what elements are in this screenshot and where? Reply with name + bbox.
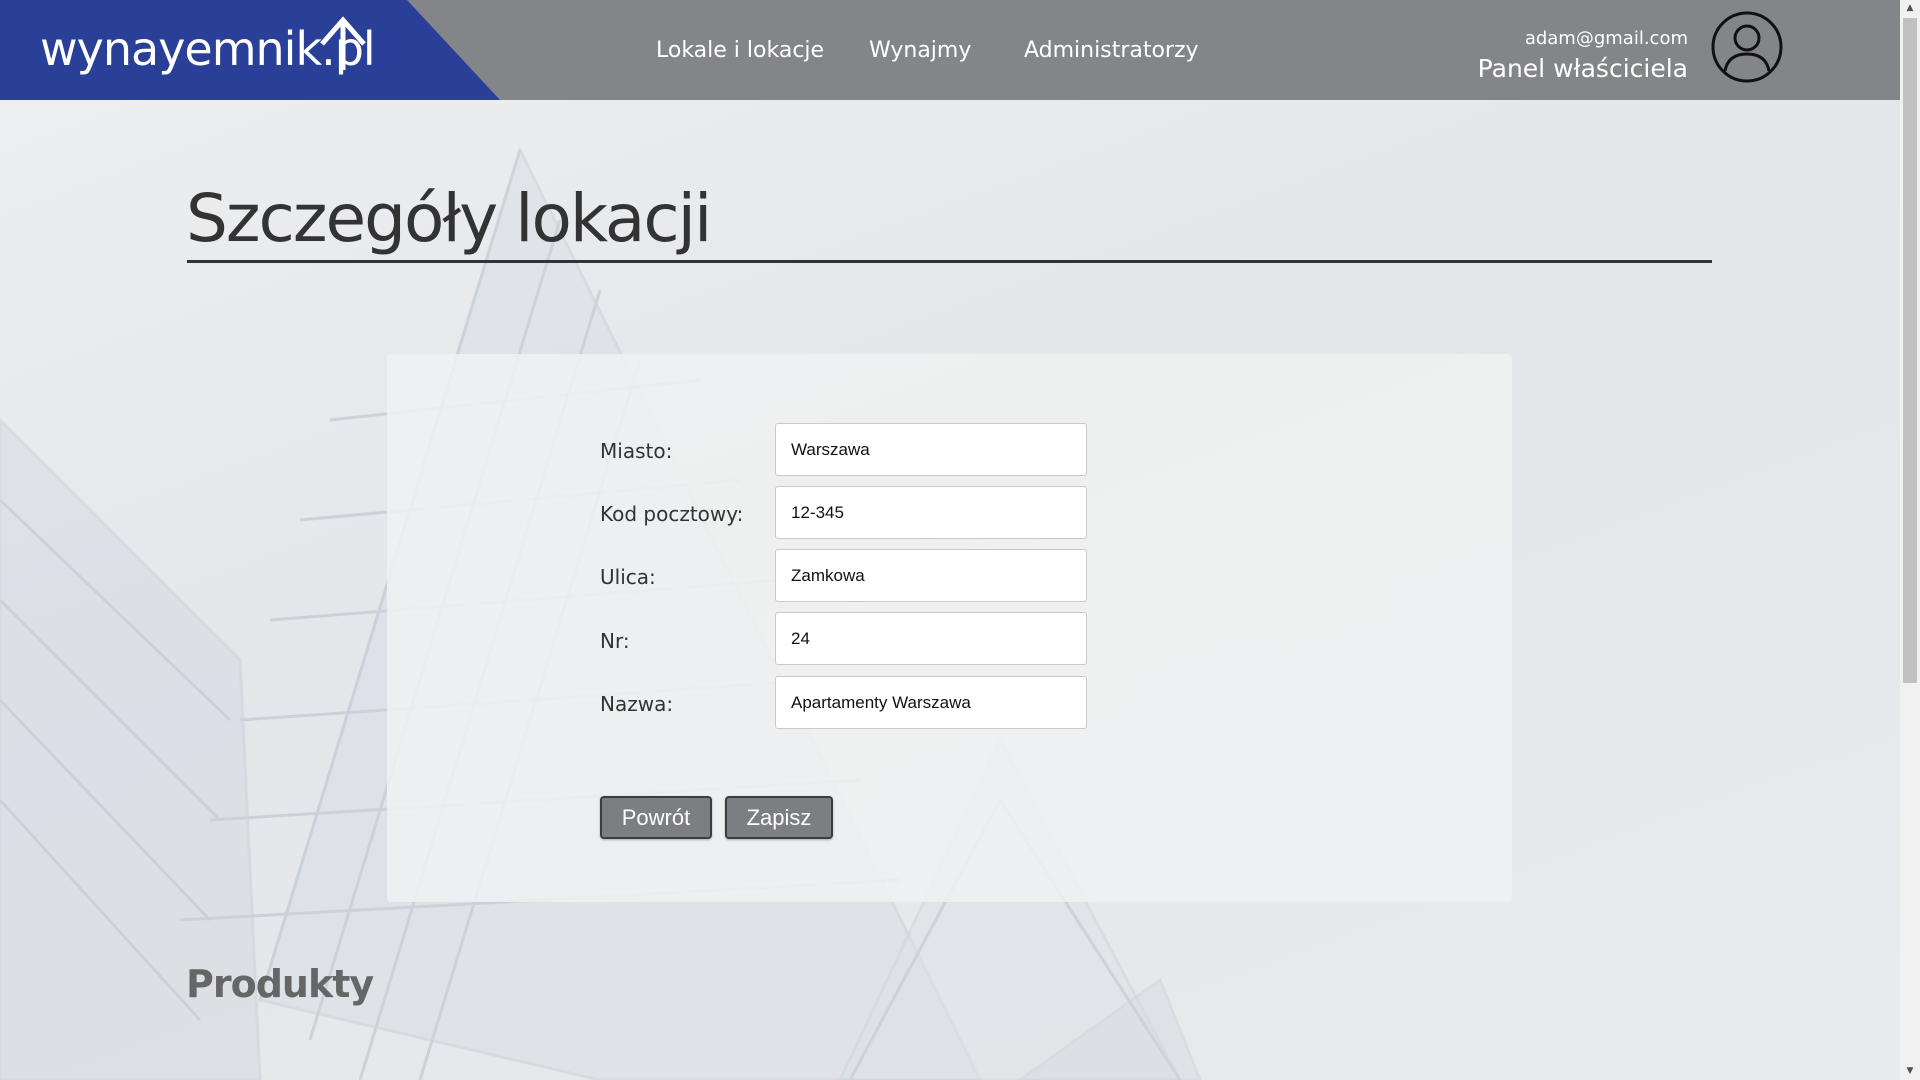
number-label: Nr:: [600, 629, 630, 653]
house-roof-icon: [320, 16, 366, 70]
user-email: adam@gmail.com: [1524, 28, 1688, 49]
nav-item-wynajmy[interactable]: Wynajmy: [869, 38, 971, 63]
postal-code-label: Kod pocztowy:: [600, 502, 744, 526]
street-label: Ulica:: [600, 565, 656, 589]
user-role: Panel właściciela: [1477, 54, 1688, 83]
city-label: Miasto:: [600, 439, 673, 463]
back-button[interactable]: Powrót: [600, 796, 712, 839]
street-input[interactable]: [775, 549, 1087, 602]
scroll-thumb[interactable]: [1903, 18, 1917, 683]
name-label: Nazwa:: [600, 692, 674, 716]
page-scrollbar[interactable]: ▲ ▼: [1900, 0, 1920, 1080]
name-input[interactable]: [775, 676, 1087, 729]
page-title: Szczegóły lokacji: [186, 180, 712, 257]
city-input[interactable]: [775, 423, 1087, 476]
top-header: wynayemnik.pl Lokale i lokacje Wynajmy A…: [0, 0, 1900, 100]
user-circle-icon[interactable]: [1710, 10, 1784, 84]
scroll-down-arrow-icon[interactable]: ▼: [1900, 1063, 1920, 1080]
nav-item-administratorzy[interactable]: Administratorzy: [1024, 38, 1199, 63]
title-divider: [187, 260, 1712, 263]
postal-code-input[interactable]: [775, 486, 1087, 539]
scroll-up-arrow-icon[interactable]: ▲: [1900, 0, 1920, 17]
products-section-title: Produkty: [186, 962, 374, 1006]
nav-item-lokale[interactable]: Lokale i lokacje: [656, 38, 824, 63]
logo-area[interactable]: wynayemnik.pl: [0, 0, 500, 100]
number-input[interactable]: [775, 612, 1087, 665]
save-button[interactable]: Zapisz: [725, 796, 833, 839]
